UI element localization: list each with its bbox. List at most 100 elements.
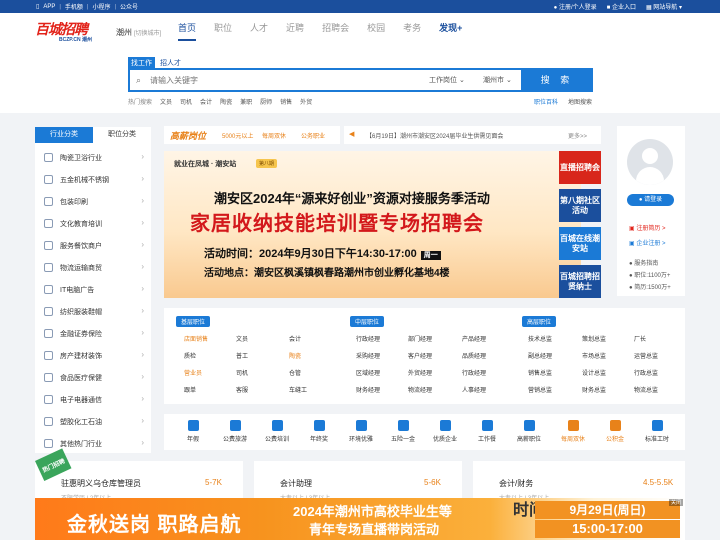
job-link[interactable]: 店面销售 bbox=[184, 334, 208, 343]
notice-more-link[interactable]: 更多>> bbox=[568, 131, 587, 140]
hot-keyword[interactable]: 兼职 bbox=[240, 97, 252, 106]
job-link[interactable]: 营业员 bbox=[184, 368, 202, 377]
top-link-app[interactable]: APP bbox=[43, 4, 55, 10]
area-dropdown[interactable]: 潮州市 ⌄ bbox=[483, 75, 512, 85]
sidebar-item[interactable]: 服务餐饮商户 › bbox=[35, 235, 151, 257]
tile-live-fair[interactable]: 直播招聘会 bbox=[559, 151, 601, 184]
benefit-item[interactable]: 每周双休 bbox=[550, 420, 596, 443]
job-link[interactable]: 物流经理 bbox=[408, 385, 432, 394]
benefit-item[interactable]: 公积金 bbox=[592, 420, 638, 443]
register-resume-link[interactable]: ▣ 注册简历 > bbox=[629, 223, 666, 232]
site-logo[interactable]: 百城招聘 BCZP.CN 潮州 bbox=[35, 19, 111, 43]
notice-text[interactable]: 【6月19日】潮州市潮安区2024届毕业生供需见面会 bbox=[366, 131, 503, 140]
job-wiki-link[interactable]: 职位百科 bbox=[534, 97, 558, 106]
sidebar-item[interactable]: 塑胶化工石油 › bbox=[35, 411, 151, 433]
sidebar-item[interactable]: 五金机械不锈钢 › bbox=[35, 169, 151, 191]
nav-job-fair[interactable]: 招聘会 bbox=[322, 21, 349, 43]
hot-keyword[interactable]: 陶瓷 bbox=[220, 97, 232, 106]
job-link[interactable]: 陶瓷 bbox=[289, 351, 301, 360]
benefit-item[interactable]: 年假 bbox=[170, 420, 216, 443]
job-link[interactable]: 技术总监 bbox=[528, 334, 552, 343]
job-link[interactable]: 行政总监 bbox=[634, 368, 658, 377]
user-login-link[interactable]: ● 注册/个人登录 bbox=[554, 2, 597, 11]
sidebar-item[interactable]: 电子电器通信 › bbox=[35, 389, 151, 411]
nav-jobs[interactable]: 职位 bbox=[214, 21, 232, 43]
high-salary-strip[interactable]: 高薪岗位 5000元以上 每周双休 公务职业 bbox=[164, 126, 340, 144]
job-link[interactable]: 司机 bbox=[236, 368, 248, 377]
sidebar-item[interactable]: 文化教育培训 › bbox=[35, 213, 151, 235]
job-link[interactable]: 部门经理 bbox=[408, 334, 432, 343]
job-link[interactable]: 市场总监 bbox=[582, 351, 606, 360]
category-dropdown[interactable]: 工作岗位 ⌄ bbox=[429, 75, 465, 85]
job-link[interactable]: 销售总监 bbox=[528, 368, 552, 377]
sidebar-item[interactable]: 包装印刷 › bbox=[35, 191, 151, 213]
nav-recent[interactable]: 近聘 bbox=[286, 21, 304, 43]
search-input[interactable] bbox=[150, 73, 400, 87]
job-link[interactable]: 产品经理 bbox=[462, 334, 486, 343]
benefit-item[interactable]: 年终奖 bbox=[296, 420, 342, 443]
job-link[interactable]: 仓管 bbox=[289, 368, 301, 377]
benefit-item[interactable]: 标准工时 bbox=[634, 420, 680, 443]
switch-city-link[interactable]: [切换城市] bbox=[134, 31, 161, 37]
job-link[interactable]: 财务经理 bbox=[356, 385, 380, 394]
company-register-link[interactable]: ▣ 企业注册 > bbox=[629, 238, 666, 247]
job-link[interactable]: 外贸经理 bbox=[408, 368, 432, 377]
search-button[interactable]: 搜 索 bbox=[521, 68, 593, 92]
job-link[interactable]: 采购经理 bbox=[356, 351, 380, 360]
job-link[interactable]: 策划总监 bbox=[582, 334, 606, 343]
hot-keyword[interactable]: 厨师 bbox=[260, 97, 272, 106]
tile-community[interactable]: 第八期社区活动 bbox=[559, 189, 601, 222]
job-link[interactable]: 人事经理 bbox=[462, 385, 486, 394]
city-selector[interactable]: 潮州 [切换城市] bbox=[116, 27, 161, 38]
job-link[interactable]: 普工 bbox=[236, 351, 248, 360]
job-link[interactable]: 厂长 bbox=[634, 334, 646, 343]
hot-keyword[interactable]: 销售 bbox=[280, 97, 292, 106]
bottom-banner[interactable]: 金秋送岗 职路启航 2024年潮州市高校毕业生等 青年专场直播带岗活动 时间 9… bbox=[35, 498, 685, 540]
job-link[interactable]: 运营总监 bbox=[634, 351, 658, 360]
nav-discover[interactable]: 发现+ bbox=[439, 21, 462, 43]
tile-online-station[interactable]: 百城在线潮安站 bbox=[559, 227, 601, 260]
benefit-item[interactable]: 工作餐 bbox=[464, 420, 510, 443]
nav-home[interactable]: 首页 bbox=[178, 21, 197, 43]
job-link[interactable]: 文员 bbox=[236, 334, 248, 343]
job-link[interactable]: 品质经理 bbox=[462, 351, 486, 360]
sidebar-item[interactable]: 金融证券保险 › bbox=[35, 323, 151, 345]
hot-keyword[interactable]: 司机 bbox=[180, 97, 192, 106]
nav-campus[interactable]: 校园 bbox=[367, 21, 385, 43]
job-link[interactable]: 质检 bbox=[184, 351, 196, 360]
company-entry-link[interactable]: ■ 企业入口 bbox=[607, 2, 636, 11]
sidebar-item[interactable]: 陶瓷卫浴行业 › bbox=[35, 147, 151, 169]
sidebar-item[interactable]: 食品医疗保健 › bbox=[35, 367, 151, 389]
benefit-item[interactable]: 五险一金 bbox=[380, 420, 426, 443]
main-banner[interactable]: 就业在凤城 · 潮安站 第八期 潮安区2024年“源来好创业”资源对接服务季活动… bbox=[164, 151, 581, 298]
tab-position[interactable]: 职位分类 bbox=[93, 127, 151, 143]
job-link[interactable]: 行政经理 bbox=[462, 368, 486, 377]
job-link[interactable]: 副总经理 bbox=[528, 351, 552, 360]
sidebar-item[interactable]: 纺织服装鞋帽 › bbox=[35, 301, 151, 323]
benefit-item[interactable]: 优质企业 bbox=[422, 420, 468, 443]
job-link[interactable]: 区域经理 bbox=[356, 368, 380, 377]
tab-industry[interactable]: 行业分类 bbox=[35, 127, 93, 143]
nav-exam[interactable]: 考务 bbox=[403, 21, 421, 43]
benefit-item[interactable]: 公费培训 bbox=[254, 420, 300, 443]
job-link[interactable]: 客户经理 bbox=[408, 351, 432, 360]
benefit-item[interactable]: 公费旅游 bbox=[212, 420, 258, 443]
top-link-mobile[interactable]: 手机额 bbox=[65, 2, 83, 11]
job-link[interactable]: 物流总监 bbox=[634, 385, 658, 394]
job-link[interactable]: 营销总监 bbox=[528, 385, 552, 394]
job-link[interactable]: 客服 bbox=[236, 385, 248, 394]
sidebar-item[interactable]: IT电脑广告 › bbox=[35, 279, 151, 301]
close-button[interactable]: 关闭 bbox=[668, 499, 683, 506]
hot-keyword[interactable]: 外贸 bbox=[300, 97, 312, 106]
hot-keyword[interactable]: 会计 bbox=[200, 97, 212, 106]
benefit-item[interactable]: 高薪职位 bbox=[506, 420, 552, 443]
sidebar-item[interactable]: 物流运输商贸 › bbox=[35, 257, 151, 279]
sidebar-item[interactable]: 房产建材装饰 › bbox=[35, 345, 151, 367]
job-link[interactable]: 会计 bbox=[289, 334, 301, 343]
login-button[interactable]: ● 请登录 bbox=[627, 194, 674, 206]
tile-recruit[interactable]: 百城招聘招贤纳士 bbox=[559, 265, 601, 298]
service-guide[interactable]: ● 服务指南 bbox=[629, 258, 658, 267]
job-link[interactable]: 财务总监 bbox=[582, 385, 606, 394]
map-search-link[interactable]: 地图搜索 bbox=[568, 97, 592, 106]
job-link[interactable]: 车缝工 bbox=[289, 385, 307, 394]
